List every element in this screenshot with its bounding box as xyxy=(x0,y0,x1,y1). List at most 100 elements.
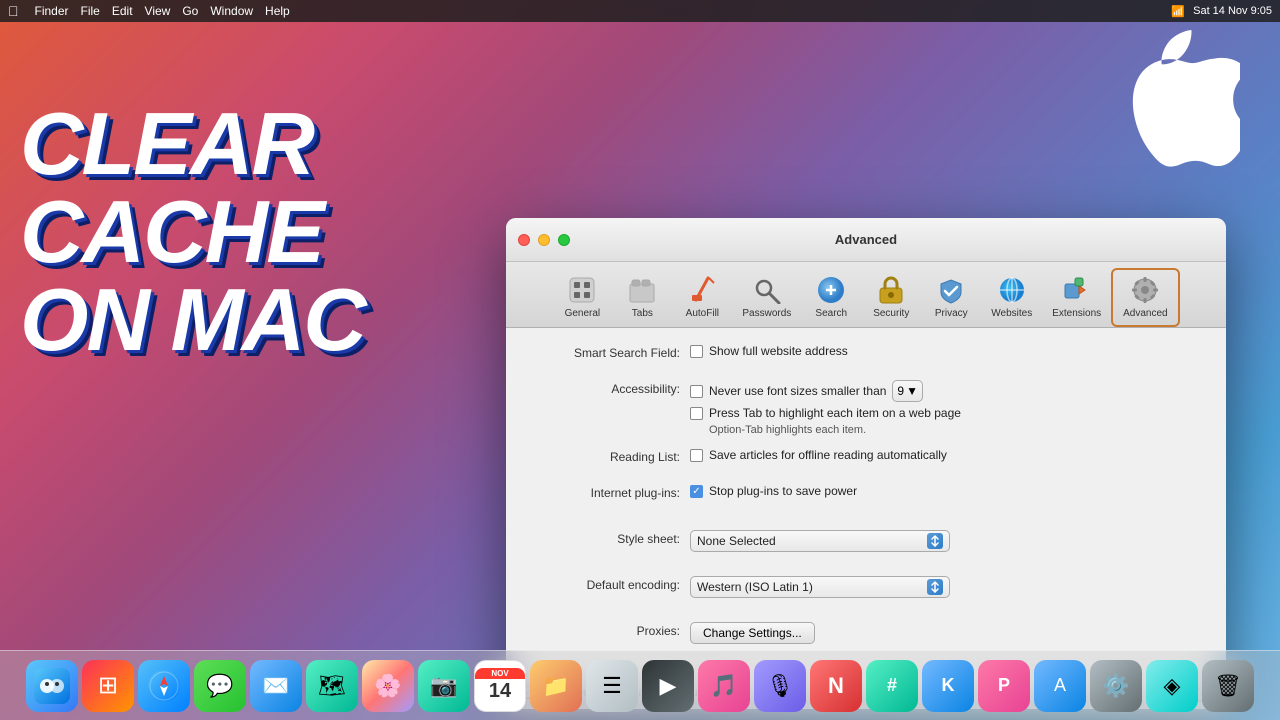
window-title: Advanced xyxy=(835,232,897,247)
smart-search-text: Show full website address xyxy=(709,344,848,358)
proxies-row: Proxies: Change Settings... xyxy=(530,622,1202,646)
smart-search-inline: Show full website address xyxy=(690,344,848,358)
window-maximize-button[interactable] xyxy=(558,234,570,246)
default-encoding-select[interactable]: Western (ISO Latin 1) xyxy=(690,576,950,598)
press-tab-row: Press Tab to highlight each item on a we… xyxy=(690,406,961,420)
dock-photos[interactable]: 🌸 xyxy=(362,660,414,712)
internet-plugins-control: ✓ Stop plug-ins to save power xyxy=(690,484,857,498)
window-minimize-button[interactable] xyxy=(538,234,550,246)
style-sheet-arrow xyxy=(927,533,943,549)
tab-passwords[interactable]: Passwords xyxy=(732,270,801,325)
tab-general[interactable]: General xyxy=(552,270,612,325)
prefs-window: Advanced General xyxy=(506,218,1226,709)
accessibility-label: Accessibility: xyxy=(530,380,690,396)
apple-logo xyxy=(1120,30,1240,170)
dock-pages[interactable]: P xyxy=(978,660,1030,712)
reading-list-control: Save articles for offline reading automa… xyxy=(690,448,947,462)
smart-search-checkbox[interactable] xyxy=(690,345,703,358)
tab-extensions[interactable]: Extensions xyxy=(1042,270,1111,325)
dock-safari[interactable] xyxy=(138,660,190,712)
proxies-control: Change Settings... xyxy=(690,622,815,644)
tab-autofill[interactable]: AutoFill xyxy=(672,270,732,325)
reading-list-inline: Save articles for offline reading automa… xyxy=(690,448,947,462)
internet-plugins-text: Stop plug-ins to save power xyxy=(709,484,857,498)
internet-plugins-checkbox[interactable]: ✓ xyxy=(690,485,703,498)
divider1 xyxy=(530,520,1202,530)
tab-extensions-label: Extensions xyxy=(1052,308,1101,319)
dock-music[interactable]: 🎵 xyxy=(698,660,750,712)
dock-folder[interactable]: 📁 xyxy=(530,660,582,712)
tab-privacy[interactable]: Privacy xyxy=(921,270,981,325)
tab-advanced-label: Advanced xyxy=(1123,308,1167,319)
toolbar: General Tabs AutoFill xyxy=(506,262,1226,328)
tab-search[interactable]: Search xyxy=(801,270,861,325)
menubar-wifi-icon: 📶 xyxy=(1171,5,1185,18)
dock-tv[interactable]: ▶ xyxy=(642,660,694,712)
tab-security[interactable]: Security xyxy=(861,270,921,325)
press-tab-text: Press Tab to highlight each item on a we… xyxy=(709,406,961,420)
dock-maps[interactable]: 🗺 xyxy=(306,660,358,712)
style-sheet-label: Style sheet: xyxy=(530,530,690,546)
proxies-label: Proxies: xyxy=(530,622,690,638)
dock-trash[interactable]: 🗑 xyxy=(1202,660,1254,712)
accessibility-row: Accessibility: Never use font sizes smal… xyxy=(530,380,1202,436)
reading-list-checkbox[interactable] xyxy=(690,449,703,462)
option-tab-text: Option-Tab highlights each item. xyxy=(709,424,866,436)
window-close-button[interactable] xyxy=(518,234,530,246)
menubar-view[interactable]: View xyxy=(145,4,171,18)
menubar-file[interactable]: File xyxy=(81,4,100,18)
default-encoding-row: Default encoding: Western (ISO Latin 1) xyxy=(530,576,1202,600)
style-sheet-value: None Selected xyxy=(697,534,923,548)
search-icon xyxy=(815,274,847,306)
internet-plugins-inline: ✓ Stop plug-ins to save power xyxy=(690,484,857,498)
default-encoding-value: Western (ISO Latin 1) xyxy=(697,580,923,594)
tab-search-label: Search xyxy=(815,308,847,319)
accessibility-control: Never use font sizes smaller than 9 ▼ Pr… xyxy=(690,380,961,436)
apple-menu-icon[interactable]:  xyxy=(8,3,19,19)
tab-advanced[interactable]: Advanced xyxy=(1111,268,1179,327)
menubar-edit[interactable]: Edit xyxy=(112,4,133,18)
dock-facetime[interactable]: 📷 xyxy=(418,660,470,712)
dock-mail[interactable]: ✉️ xyxy=(250,660,302,712)
title-overlay: CLEAR CACHE ON MAC xyxy=(20,100,365,364)
dock-reminders[interactable]: ☰ xyxy=(586,660,638,712)
dock: ⊞ 💬 ✉️ 🗺 🌸 📷 NOV 14 📁 ☰ ▶ 🎵 xyxy=(0,650,1280,720)
dock-other[interactable]: ◈ xyxy=(1146,660,1198,712)
dock-news[interactable]: N xyxy=(810,660,862,712)
dock-keynote[interactable]: K xyxy=(922,660,974,712)
dock-numbers[interactable]: # xyxy=(866,660,918,712)
title-line2: CACHE xyxy=(20,188,365,276)
menubar-window[interactable]: Window xyxy=(210,4,253,18)
smart-search-control: Show full website address xyxy=(690,344,848,358)
style-sheet-row: Style sheet: None Selected xyxy=(530,530,1202,554)
menubar-finder[interactable]: Finder xyxy=(35,4,69,18)
menubar-help[interactable]: Help xyxy=(265,4,290,18)
dock-calendar[interactable]: NOV 14 xyxy=(474,660,526,712)
dock-sysprefs[interactable]: ⚙️ xyxy=(1090,660,1142,712)
font-size-select[interactable]: 9 ▼ xyxy=(892,380,923,402)
dock-messages[interactable]: 💬 xyxy=(194,660,246,712)
dock-podcasts[interactable]: 🎙 xyxy=(754,660,806,712)
dock-appstore[interactable]: A xyxy=(1034,660,1086,712)
reading-list-text: Save articles for offline reading automa… xyxy=(709,448,947,462)
press-tab-checkbox[interactable] xyxy=(690,407,703,420)
title-line3: ON MAC xyxy=(20,276,365,364)
divider3 xyxy=(530,612,1202,622)
menubar-right: 📶 Sat 14 Nov 9:05 xyxy=(1171,5,1272,18)
style-sheet-control: None Selected xyxy=(690,530,950,552)
tab-tabs[interactable]: Tabs xyxy=(612,270,672,325)
smart-search-label: Smart Search Field: xyxy=(530,344,690,360)
default-encoding-label: Default encoding: xyxy=(530,576,690,592)
menubar-go[interactable]: Go xyxy=(182,4,198,18)
style-sheet-select[interactable]: None Selected xyxy=(690,530,950,552)
dock-launchpad[interactable]: ⊞ xyxy=(82,660,134,712)
font-size-arrow: ▼ xyxy=(906,384,918,398)
tab-tabs-label: Tabs xyxy=(632,308,653,319)
change-settings-button[interactable]: Change Settings... xyxy=(690,622,815,644)
menubar-clock: Sat 14 Nov 9:05 xyxy=(1193,5,1272,17)
privacy-icon xyxy=(935,274,967,306)
reading-list-label: Reading List: xyxy=(530,448,690,464)
dock-finder[interactable] xyxy=(26,660,78,712)
tab-websites[interactable]: Websites xyxy=(981,270,1042,325)
never-font-checkbox[interactable] xyxy=(690,385,703,398)
